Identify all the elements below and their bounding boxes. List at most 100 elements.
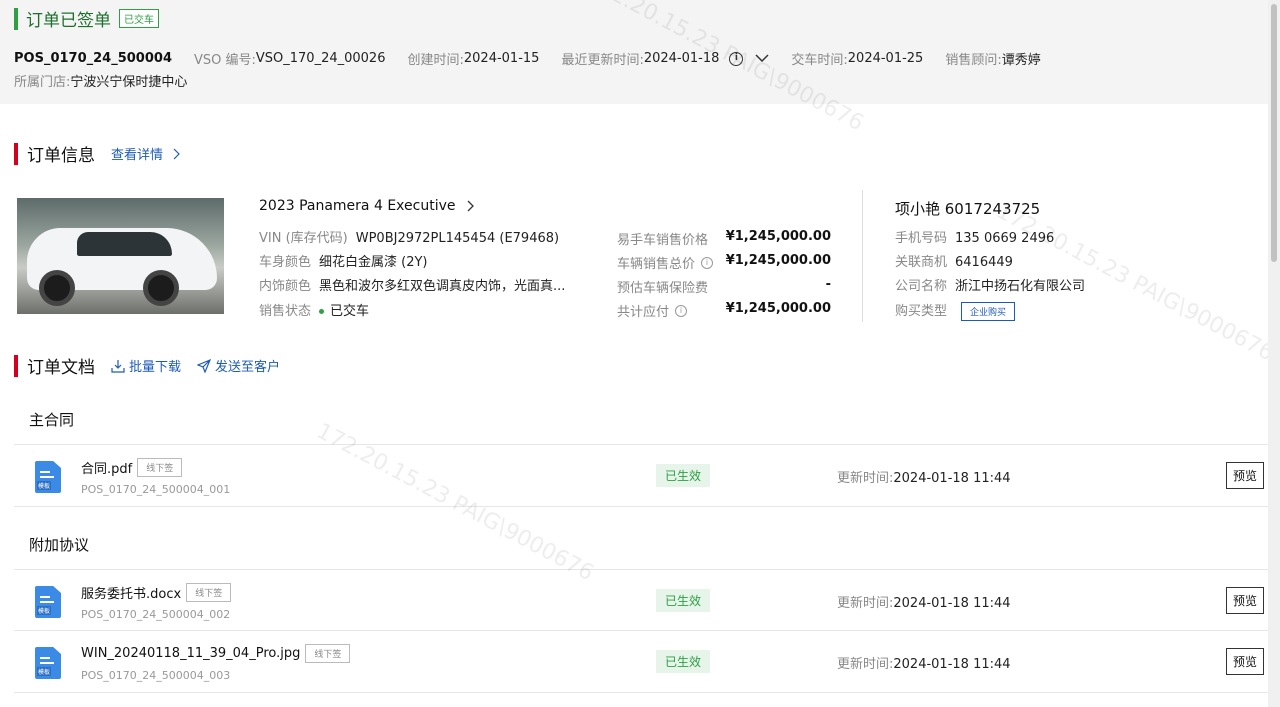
title-row: 订单已签单 已交车 <box>14 6 159 31</box>
vso-value: VSO_170_24_00026 <box>255 51 386 66</box>
dealer-value: 6416449 <box>955 255 1013 270</box>
document-updated: 更新时间:2024-01-18 11:44 <box>837 653 1011 672</box>
company-field: 公司名称 浙江中扬石化有限公司 <box>895 275 1085 294</box>
car-wheel-rear <box>143 270 179 306</box>
preview-button[interactable]: 预览 <box>1226 587 1265 614</box>
car-model: 2023 Panamera 4 Executive <box>259 198 456 214</box>
price-label-text: 预估车辆保险费 <box>617 281 709 296</box>
info-icon[interactable]: i <box>701 256 714 269</box>
document-updated-label: 更新时间: <box>837 657 894 672</box>
info-icon[interactable]: i <box>675 304 688 317</box>
phone-label: 手机号码 <box>895 231 948 246</box>
scrollbar-thumb[interactable] <box>1271 4 1277 262</box>
price-value: ¥1,245,000.00 <box>725 301 831 316</box>
send-to-customer-label: 发送至客户 <box>215 360 281 375</box>
document-updated: 更新时间:2024-01-18 11:44 <box>837 592 1011 611</box>
last-updated-field: 最近更新时间: 2024-01-18 i <box>561 49 773 68</box>
document-updated-label: 更新时间: <box>837 471 894 486</box>
consultant-field: 销售顾问: 谭秀婷 <box>945 49 1040 68</box>
sale-status-value: 已交车 <box>330 304 370 319</box>
document-code: POS_0170_24_500004_002 <box>81 608 231 621</box>
delivery-value: 2024-01-25 <box>847 51 924 66</box>
interior-label: 内饰颜色 <box>259 279 312 294</box>
updated-label: 最近更新时间: <box>561 53 644 68</box>
order-info-header: 订单信息 查看详情 <box>14 141 185 166</box>
chevron-down-icon[interactable] <box>755 51 769 66</box>
price-label-text: 易手车销售价格 <box>617 233 709 248</box>
store-label: 所属门店: <box>14 75 71 90</box>
delivery-field: 交车时间: 2024-01-25 <box>791 49 923 68</box>
vso-field: VSO 编号: VSO_170_24_00026 <box>194 49 385 68</box>
document-file-icon: 模板 <box>35 586 61 618</box>
sale-status-field: 销售状态 已交车 <box>259 300 369 319</box>
page-title: 订单已签单 <box>26 11 111 31</box>
document-updated-value: 2024-01-18 11:44 <box>893 471 1011 486</box>
dealer-field: 关联商机 6416449 <box>895 251 1013 270</box>
batch-download-label: 批量下载 <box>129 360 182 375</box>
document-name: 服务委托书.docx <box>81 587 182 602</box>
title-accent-bar <box>14 7 18 30</box>
section-accent-bar <box>14 354 18 377</box>
view-details-label: 查看详情 <box>111 148 164 163</box>
car-model-link[interactable]: 2023 Panamera 4 Executive <box>259 198 475 214</box>
document-updated-label: 更新时间: <box>837 596 894 611</box>
info-icon[interactable]: i <box>729 51 744 66</box>
updated-value: 2024-01-18 <box>643 51 720 66</box>
document-updated-value: 2024-01-18 11:44 <box>893 657 1011 672</box>
consultant-label: 销售顾问: <box>945 53 1002 68</box>
company-value: 浙江中扬石化有限公司 <box>955 279 1086 294</box>
price-label: 共计应付 i <box>617 301 688 320</box>
status-dot <box>319 309 325 314</box>
vin-label: VIN (库存代码) <box>259 231 348 246</box>
status-badge: 已交车 <box>119 9 159 28</box>
document-status-badge: 已生效 <box>656 650 711 673</box>
document-row: 模板 服务委托书.docx 线下签 POS_0170_24_500004_002 … <box>14 569 1269 631</box>
price-label: 易手车销售价格 <box>617 229 708 248</box>
main-contract-group-title: 主合同 <box>29 411 75 429</box>
phone-value: 135 0669 2496 <box>955 231 1055 246</box>
vin-value: WP0BJ2972PL145454 (E79468) <box>355 231 560 246</box>
preview-button[interactable]: 预览 <box>1226 648 1265 675</box>
vso-label: VSO 编号: <box>194 53 256 68</box>
sale-status-label: 销售状态 <box>259 304 312 319</box>
send-icon <box>197 358 212 373</box>
scrollbar[interactable] <box>1268 0 1280 707</box>
body-color-field: 车身颜色 细花白金属漆 (2Y) <box>259 251 428 270</box>
customer-name: 项小艳 6017243725 <box>895 200 1041 218</box>
car-image <box>17 198 224 314</box>
documents-title: 订单文档 <box>27 358 95 378</box>
document-code: POS_0170_24_500004_001 <box>81 483 231 496</box>
document-name-row: 服务委托书.docx 线下签 <box>81 583 232 602</box>
company-label: 公司名称 <box>895 279 948 294</box>
send-to-customer-link[interactable]: 发送至客户 <box>197 356 280 375</box>
chevron-right-icon <box>468 200 475 212</box>
document-file-icon: 模板 <box>35 461 61 493</box>
batch-download-link[interactable]: 批量下载 <box>111 356 181 375</box>
vin-field: VIN (库存代码) WP0BJ2972PL145454 (E79468) <box>259 227 559 246</box>
view-details-link[interactable]: 查看详情 <box>111 144 185 163</box>
interior-value: 黑色和波尔多红双色调真皮内饰，光面真... <box>319 279 566 294</box>
sign-type-tag: 线下签 <box>305 644 351 663</box>
document-status-badge: 已生效 <box>656 589 711 612</box>
car-window-shape <box>77 232 172 256</box>
sign-type-tag: 线下签 <box>137 458 183 477</box>
price-value: ¥1,245,000.00 <box>725 229 831 244</box>
divider <box>14 506 1269 507</box>
documents-header: 订单文档 批量下载 发送至客户 <box>14 353 280 378</box>
delivery-label: 交车时间: <box>791 53 848 68</box>
created-field: 创建时间: 2024-01-15 <box>407 49 539 68</box>
body-color-value: 细花白金属漆 (2Y) <box>319 255 428 270</box>
car-wheel-front <box>39 270 75 306</box>
price-value: - <box>825 277 831 292</box>
document-name-row: WIN_20240118_11_39_04_Pro.jpg 线下签 <box>81 644 351 663</box>
download-icon <box>111 359 125 373</box>
dealer-label: 关联商机 <box>895 255 948 270</box>
created-label: 创建时间: <box>407 53 464 68</box>
order-header: 订单已签单 已交车 POS_0170_24_500004 VSO 编号: VSO_… <box>0 0 1268 104</box>
document-file-icon: 模板 <box>35 647 61 679</box>
preview-button[interactable]: 预览 <box>1226 462 1265 489</box>
store-field: 所属门店:宁波兴宁保时捷中心 <box>14 71 187 90</box>
pos-number: POS_0170_24_500004 <box>14 51 172 66</box>
addendum-group-title: 附加协议 <box>29 536 90 554</box>
document-row: 模板 WIN_20240118_11_39_04_Pro.jpg 线下签 POS_… <box>14 630 1269 692</box>
